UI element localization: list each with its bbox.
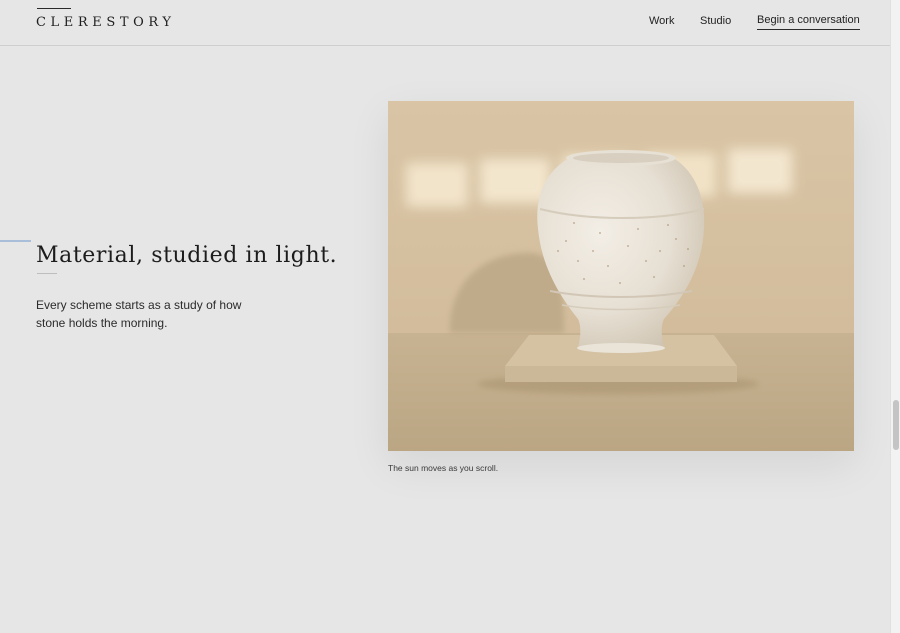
begin-conversation-link[interactable]: Begin a conversation: [757, 14, 860, 30]
vase-image: [388, 101, 854, 451]
nav-link-studio[interactable]: Studio: [700, 15, 731, 27]
logo-rule: [37, 8, 71, 9]
image-caption: The sun moves as you scroll.: [388, 463, 499, 473]
logo[interactable]: CLERESTORY: [36, 15, 176, 30]
section-headline: Material, studied in light.: [36, 243, 338, 268]
scrollbar-thumb[interactable]: [893, 400, 899, 450]
page-scrollbar[interactable]: [890, 0, 900, 633]
page: CLERESTORY Work Studio Begin a conversat…: [0, 0, 890, 633]
site-header: CLERESTORY Work Studio Begin a conversat…: [0, 0, 890, 46]
vase-illustration: [388, 101, 854, 451]
section-accent-bar: [0, 240, 31, 242]
nav-link-work[interactable]: Work: [649, 15, 674, 27]
section-body: Every scheme starts as a study of how st…: [36, 298, 242, 330]
headline-rule: [37, 273, 57, 274]
